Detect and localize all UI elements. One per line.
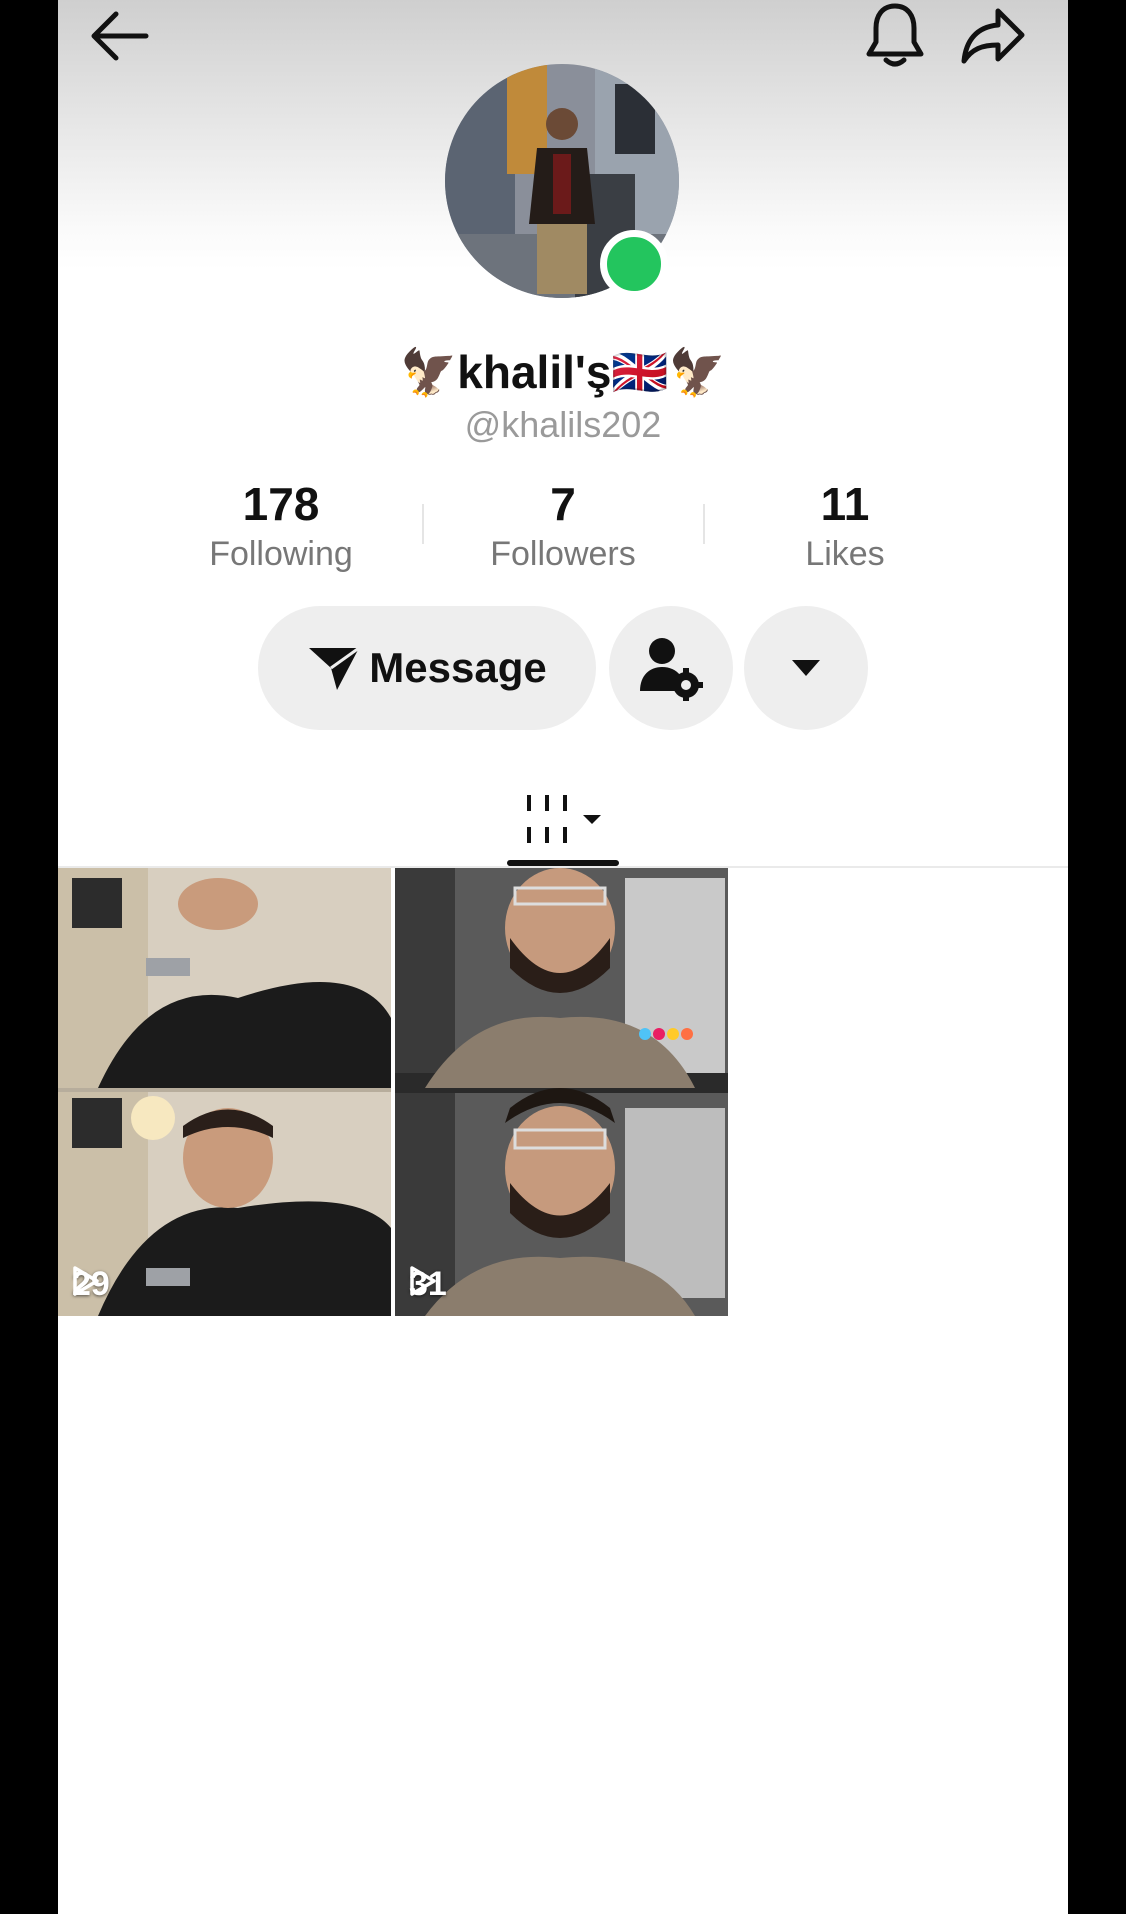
- video-grid: 29 31: [58, 868, 730, 1316]
- play-icon: [410, 1266, 436, 1296]
- stat-following-value: 178: [242, 478, 320, 530]
- share-button[interactable]: [958, 4, 1028, 68]
- profile-stats: 178 Following 7 Followers 11 Likes: [58, 478, 1068, 578]
- stat-divider: [703, 504, 705, 544]
- video-view-count: 31: [409, 1265, 447, 1304]
- stat-following-label: Following: [209, 535, 353, 573]
- stat-followers[interactable]: 7 Followers: [463, 478, 663, 576]
- friend-settings-button[interactable]: [609, 606, 733, 730]
- back-button[interactable]: [90, 4, 150, 68]
- display-name: 🦅khalil'ş🇬🇧🦅: [400, 346, 726, 398]
- tab-videos[interactable]: [506, 784, 626, 854]
- profile-screen: 🦅khalil'ş🇬🇧🦅 @khalils202 178 Following 7…: [58, 0, 1068, 1914]
- message-button-label: Message: [369, 644, 547, 691]
- share-icon: [961, 8, 1025, 64]
- message-button[interactable]: Message: [258, 606, 596, 730]
- play-icon: [73, 1266, 99, 1296]
- user-settings-icon: [640, 638, 703, 701]
- content-tabbar: [58, 770, 1068, 868]
- caret-down-icon: [792, 660, 820, 676]
- stat-following[interactable]: 178 Following: [181, 478, 381, 576]
- back-arrow-icon: [91, 11, 149, 61]
- stat-likes-value: 11: [820, 478, 870, 530]
- online-status-dot: [600, 230, 668, 298]
- video-thumbnail[interactable]: 31: [395, 868, 728, 1316]
- grid-icon: [527, 795, 601, 843]
- stat-followers-label: Followers: [490, 535, 636, 573]
- stat-followers-value: 7: [550, 478, 576, 530]
- username: @khalils202: [464, 404, 662, 445]
- send-icon: [309, 646, 361, 690]
- more-options-button[interactable]: [744, 606, 868, 730]
- video-view-count: 29: [72, 1265, 110, 1304]
- stat-likes-label: Likes: [805, 535, 885, 573]
- video-thumbnail[interactable]: 29: [58, 868, 391, 1316]
- stat-divider: [422, 504, 424, 544]
- stat-likes[interactable]: 11 Likes: [745, 478, 945, 576]
- bell-icon: [866, 3, 924, 67]
- notifications-button[interactable]: [863, 0, 927, 70]
